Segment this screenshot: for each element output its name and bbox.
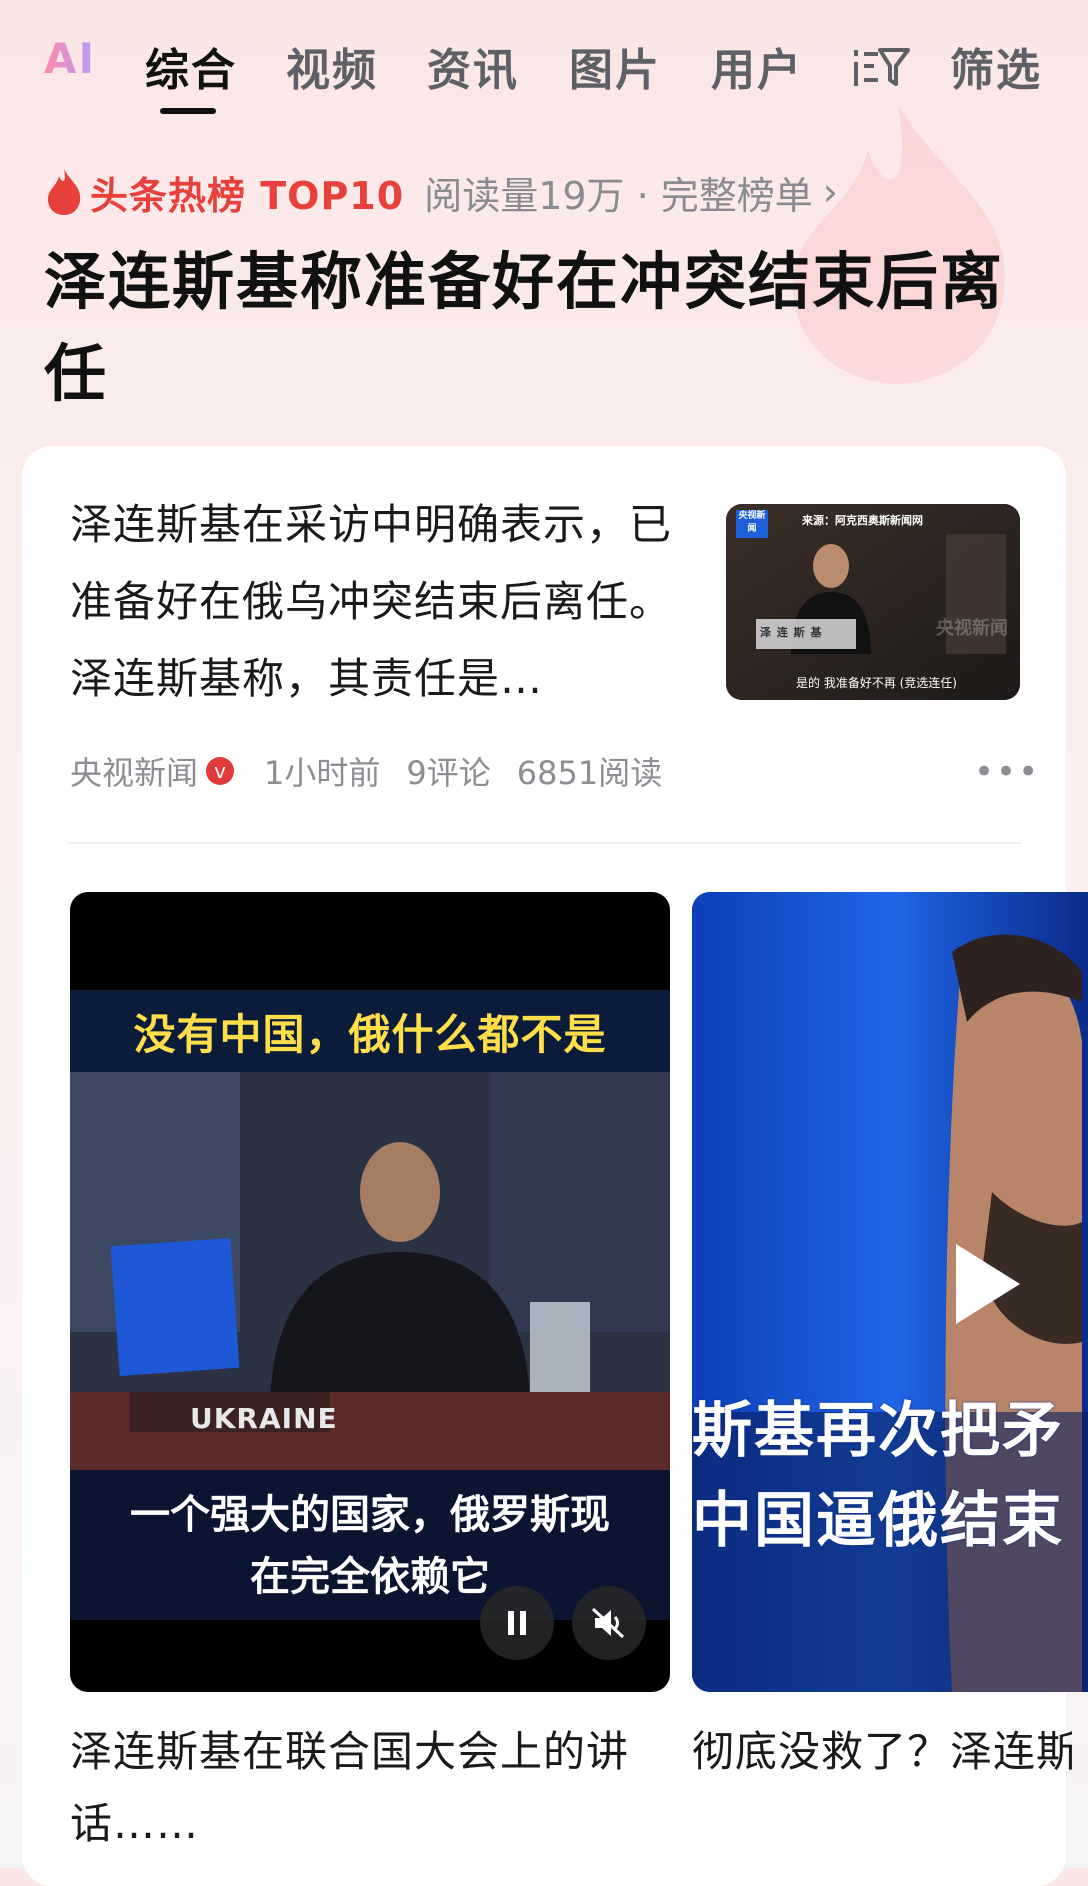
tab-news[interactable]: 资讯 <box>427 34 519 98</box>
thumbnail-name: 泽 连 斯 基 <box>760 626 823 639</box>
video-card-1[interactable]: UKRAINE 没有中国，俄什么都不是 一个强大的国家，俄罗斯现 在完全依赖它 <box>70 892 670 1692</box>
more-options-icon[interactable]: ••• <box>974 752 1040 792</box>
article-meta: 央视新闻 v 1小时前 9评论 6851阅读 <box>70 746 688 796</box>
mute-button[interactable] <box>572 1586 646 1660</box>
video-1-bottom-caption: 一个强大的国家，俄罗斯现 在完全依赖它 <box>70 1470 670 1620</box>
hot-list-title: 头条热榜 TOP10 <box>90 173 405 218</box>
pause-button[interactable] <box>480 1586 554 1660</box>
pause-icon <box>508 1611 526 1635</box>
read-count: 6851阅读 <box>516 754 663 792</box>
tab-video[interactable]: 视频 <box>286 34 378 98</box>
cctv-logo: 央视新闻 <box>736 510 768 538</box>
filter-icon[interactable] <box>852 46 910 88</box>
thumbnail-subtitle: 是的 我准备好不再 (竞选连任) <box>796 676 957 690</box>
tab-users[interactable]: 用户 <box>711 34 803 98</box>
hot-list-meta[interactable]: 阅读量19万 · 完整榜单 <box>424 165 813 220</box>
tab-images[interactable]: 图片 <box>569 34 661 98</box>
tab-comprehensive[interactable]: 综合 <box>145 34 237 98</box>
result-card: 泽连斯基在采访中明确表示，已准备好在俄乌冲突结束后离任。泽连斯基称，其责任是… … <box>22 446 1088 1886</box>
mute-icon <box>591 1607 625 1639</box>
video-2-overlay-1: 斯基再次把矛 <box>692 1396 1064 1466</box>
video-2-title[interactable]: 彻底没救了？泽连斯基把矛头指向中国 <box>692 1716 1072 1788</box>
flame-icon <box>48 169 81 215</box>
hot-list-header[interactable]: 头条热榜 TOP10 阅读量19万 · 完整榜单 › <box>44 164 838 220</box>
video-card-2[interactable]: 斯基再次把矛 中国逼俄结束 <box>692 892 1088 1692</box>
video-1-title[interactable]: 泽连斯基在联合国大会上的讲话…… <box>70 1716 670 1860</box>
comment-count: 9评论 <box>406 754 491 792</box>
filter-button[interactable]: 筛选 <box>950 34 1042 98</box>
source-name[interactable]: 央视新闻 <box>70 748 198 794</box>
thumbnail-image <box>726 504 1020 700</box>
video-1-caption-line-1: 一个强大的国家，俄罗斯现 <box>130 1492 610 1538</box>
active-tab-indicator <box>160 108 216 114</box>
tab-ai[interactable]: AI <box>44 34 96 83</box>
ukraine-nameplate: UKRAINE <box>190 1402 338 1435</box>
thumbnail-watermark: 央视新闻 <box>936 618 1008 639</box>
headline[interactable]: 泽连斯基称准备好在冲突结束后离任 <box>44 236 1024 420</box>
verified-badge-icon: v <box>206 757 235 785</box>
thumbnail-source: 来源：阿克西奥斯新闻网 <box>802 514 923 527</box>
article-thumbnail[interactable]: 央视新闻 来源：阿克西奥斯新闻网 泽 连 斯 基 是的 我准备好不再 (竞选连任… <box>726 504 1020 700</box>
video-2-overlay-2: 中国逼俄结束 <box>692 1486 1064 1556</box>
chevron-right-icon: › <box>822 170 838 214</box>
video-1-top-caption: 没有中国，俄什么都不是 <box>70 990 670 1072</box>
video-2-frame <box>692 892 1088 1692</box>
article-snippet[interactable]: 泽连斯基在采访中明确表示，已准备好在俄乌冲突结束后离任。泽连斯基称，其责任是… <box>70 486 690 717</box>
post-time: 1小时前 <box>264 754 381 792</box>
divider <box>68 842 1022 844</box>
play-icon[interactable] <box>956 1244 1020 1324</box>
